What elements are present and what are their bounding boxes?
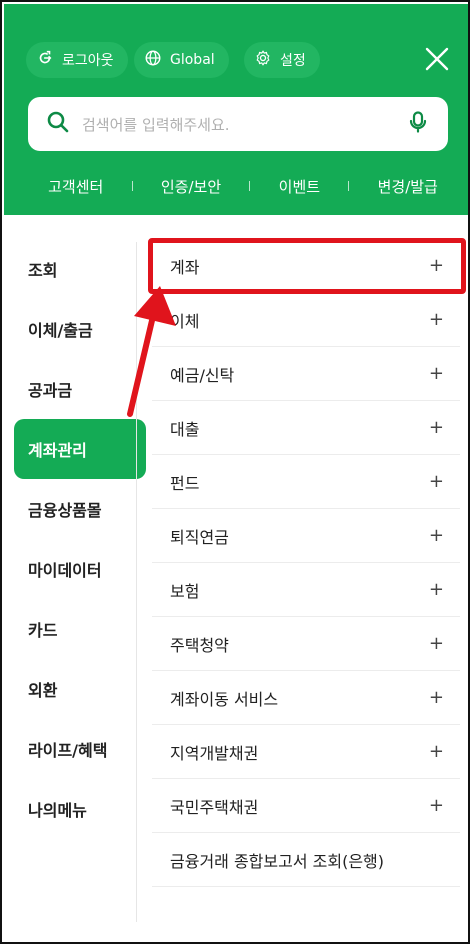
submenu-item-label: 펀드 [170,473,200,493]
plus-icon[interactable]: + [429,795,444,816]
quick-link-customer-center[interactable]: 고객센터 [48,176,103,197]
sidebar-item-my-menu[interactable]: 나의메뉴 [14,781,146,837]
submenu-item-label: 계좌이동 서비스 [170,689,279,709]
sidebar-item-utility-bills[interactable]: 공과금 [14,361,146,417]
submenu-item-transfer[interactable]: 이체 + [152,293,460,347]
submenu-item-retirement-pension[interactable]: 퇴직연금 + [152,509,460,563]
submenu-item-label: 이체 [170,311,200,331]
submenu-item-fund[interactable]: 펀드 + [152,455,460,509]
submenu-item-label: 계좌 [170,257,200,277]
plus-icon[interactable]: + [429,255,444,276]
sidebar-item-life-benefits[interactable]: 라이프/혜택 [14,721,146,777]
submenu-item-label: 금융거래 종합보고서 조회(은행) [170,851,385,871]
close-icon [425,47,449,71]
plus-icon[interactable]: + [429,525,444,546]
sidebar-item-card[interactable]: 카드 [14,601,146,657]
submenu-item-national-housing-bond[interactable]: 국민주택채권 + [152,779,460,833]
search-bar[interactable]: 검색어를 입력해주세요. [28,97,448,151]
submenu-item-regional-bond[interactable]: 지역개발채권 + [152,725,460,779]
logout-label: 로그아웃 [62,53,114,69]
search-icon [46,110,70,138]
submenu-item-insurance[interactable]: 보험 + [152,563,460,617]
sidebar-item-inquiry[interactable]: 조회 [14,241,146,297]
sidebar-item-foreign-exchange[interactable]: 외환 [14,661,146,717]
microphone-icon[interactable] [406,110,430,138]
settings-label: 설정 [280,53,306,69]
sidebar-item-transfer[interactable]: 이체/출금 [14,301,146,357]
submenu-item-deposit-trust[interactable]: 예금/신탁 + [152,347,460,401]
quick-link-auth-security[interactable]: 인증/보안 [161,176,221,197]
plus-icon[interactable]: + [429,417,444,438]
plus-icon[interactable]: + [429,687,444,708]
app-frame: 로그아웃 Global 설정 검색어를 입력해주세요. 고객센터 인증/보안 이… [0,0,470,944]
logout-icon [36,49,54,71]
submenu-item-label: 보험 [170,581,200,601]
plus-icon[interactable]: + [429,579,444,600]
submenu-item-financial-report[interactable]: 금융거래 종합보고서 조회(은행) [152,833,460,887]
plus-icon[interactable]: + [429,363,444,384]
quick-link-separator [348,181,350,191]
quick-links: 고객센터 인증/보안 이벤트 변경/발급 [4,174,468,198]
submenu-item-label: 지역개발채권 [170,743,259,763]
submenu-item-label: 대출 [170,419,200,439]
submenu-item-account-switch[interactable]: 계좌이동 서비스 + [152,671,460,725]
quick-link-change-issue[interactable]: 변경/발급 [378,176,438,197]
global-label: Global [170,52,215,68]
gear-icon [254,49,272,71]
submenu-item-label: 예금/신탁 [170,365,235,385]
quick-link-separator [249,181,251,191]
plus-icon[interactable]: + [429,741,444,762]
plus-icon[interactable]: + [429,633,444,654]
quick-link-separator [131,181,133,191]
sidebar-item-account-management[interactable]: 계좌관리 [14,419,146,479]
submenu-item-label: 퇴직연금 [170,527,229,547]
submenu-item-account[interactable]: 계좌 + [152,239,460,293]
submenu-item-label: 국민주택채권 [170,797,259,817]
close-button[interactable] [424,46,450,72]
quick-link-event[interactable]: 이벤트 [279,176,320,197]
submenu-item-label: 주택청약 [170,635,229,655]
settings-button[interactable]: 설정 [244,42,320,78]
plus-icon[interactable]: + [429,309,444,330]
globe-icon [144,49,162,71]
global-button[interactable]: Global [134,42,229,78]
category-sidebar: 조회 이체/출금 공과금 계좌관리 금융상품몰 마이데이터 카드 외환 라이프/… [4,215,146,935]
search-input[interactable]: 검색어를 입력해주세요. [82,114,406,135]
submenu-item-loan[interactable]: 대출 + [152,401,460,455]
submenu-item-housing-subscription[interactable]: 주택청약 + [152,617,460,671]
sidebar-item-mydata[interactable]: 마이데이터 [14,541,146,597]
logout-button[interactable]: 로그아웃 [26,42,128,78]
sidebar-item-financial-mall[interactable]: 금융상품몰 [14,481,146,537]
sidebar-divider [136,242,137,922]
plus-icon[interactable]: + [429,471,444,492]
menu-header: 로그아웃 Global 설정 검색어를 입력해주세요. 고객센터 인증/보안 이… [4,4,468,215]
